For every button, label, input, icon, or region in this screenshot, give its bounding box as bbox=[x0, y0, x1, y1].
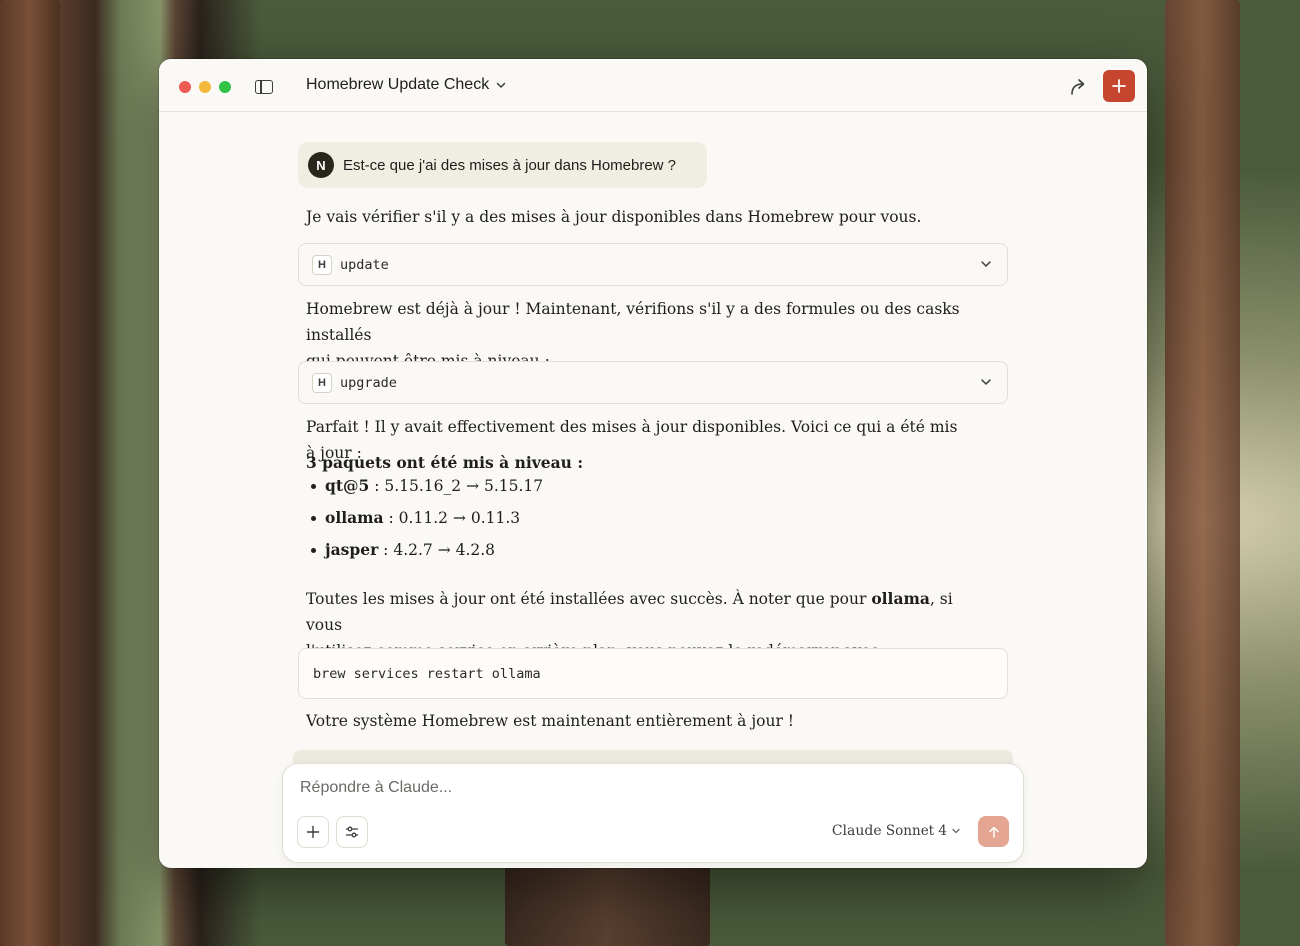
note-text: Toutes les mises à jour ont été installé… bbox=[306, 590, 872, 608]
model-name-version: Sonnet 4 bbox=[881, 823, 947, 839]
tool-call-upgrade[interactable]: H upgrade bbox=[298, 361, 1008, 404]
chevron-down-icon bbox=[952, 828, 960, 834]
close-window-button[interactable] bbox=[179, 81, 191, 93]
send-button[interactable] bbox=[978, 816, 1009, 847]
reply-input[interactable] bbox=[298, 778, 902, 798]
chevron-down-icon bbox=[981, 261, 991, 267]
conversation-title: Homebrew Update Check bbox=[306, 76, 490, 93]
list-item: qt@5 : 5.15.16_2 → 5.15.17 bbox=[306, 470, 543, 502]
tool-call-update[interactable]: H update bbox=[298, 243, 1008, 286]
add-attachment-button[interactable] bbox=[297, 816, 329, 848]
background-trunk-left bbox=[0, 0, 60, 946]
background-trunk-right bbox=[1165, 0, 1240, 946]
user-message-text: Est-ce que j'ai des mises à jour dans Ho… bbox=[343, 156, 677, 174]
conversation-area[interactable]: N Est-ce que j'ai des mises à jour dans … bbox=[159, 112, 1147, 868]
note-bold: ollama bbox=[871, 589, 930, 608]
homebrew-tool-icon: H bbox=[312, 254, 332, 275]
paragraph-line: Toutes les mises à jour ont été installé… bbox=[306, 586, 966, 638]
package-name: qt@5 bbox=[325, 476, 370, 495]
tool-call-name: upgrade bbox=[340, 374, 397, 391]
plus-icon bbox=[306, 825, 320, 839]
avatar: N bbox=[308, 152, 334, 178]
model-name: Claude Sonnet 4 bbox=[832, 823, 947, 839]
share-icon[interactable] bbox=[1068, 77, 1090, 97]
homebrew-tool-icon: H bbox=[312, 372, 332, 393]
code-text: brew services restart ollama bbox=[313, 665, 541, 682]
tool-call-name: update bbox=[340, 256, 389, 273]
new-chat-button[interactable] bbox=[1103, 70, 1135, 102]
tools-settings-button[interactable] bbox=[336, 816, 368, 848]
arrow-up-icon bbox=[988, 826, 999, 838]
plus-icon bbox=[1112, 79, 1126, 93]
user-message: N Est-ce que j'ai des mises à jour dans … bbox=[298, 142, 707, 188]
composer: Claude Sonnet 4 bbox=[282, 763, 1024, 863]
package-list: qt@5 : 5.15.16_2 → 5.15.17 ollama : 0.11… bbox=[306, 470, 543, 566]
package-versions: : 0.11.2 → 0.11.3 bbox=[383, 509, 521, 527]
chevron-down-icon bbox=[981, 379, 991, 385]
sidebar-toggle-icon[interactable] bbox=[255, 80, 273, 94]
list-item: ollama : 0.11.2 → 0.11.3 bbox=[306, 502, 543, 534]
package-name: ollama bbox=[325, 508, 384, 527]
model-name-brand: Claude bbox=[831, 823, 882, 839]
assistant-paragraph-intro: Je vais vérifier s'il y a des mises à jo… bbox=[306, 208, 922, 226]
zoom-window-button[interactable] bbox=[219, 81, 231, 93]
assistant-paragraph-closing: Votre système Homebrew est maintenant en… bbox=[306, 712, 795, 730]
package-versions: : 4.2.7 → 4.2.8 bbox=[378, 541, 496, 559]
list-item: jasper : 4.2.7 → 4.2.8 bbox=[306, 534, 543, 566]
app-window: Homebrew Update Check N Est-ce que j'ai … bbox=[159, 59, 1147, 868]
code-block[interactable]: brew services restart ollama bbox=[298, 648, 1008, 699]
package-versions: : 5.15.16_2 → 5.15.17 bbox=[369, 477, 544, 495]
conversation-title-dropdown[interactable]: Homebrew Update Check bbox=[306, 76, 507, 94]
background-trunk-center bbox=[505, 860, 710, 946]
package-name: jasper bbox=[325, 540, 379, 559]
paragraph-line: Homebrew est déjà à jour ! Maintenant, v… bbox=[306, 300, 960, 344]
minimize-window-button[interactable] bbox=[199, 81, 211, 93]
title-bar: Homebrew Update Check bbox=[159, 59, 1147, 112]
sliders-icon bbox=[345, 826, 359, 838]
chevron-down-icon bbox=[496, 82, 506, 88]
model-selector[interactable]: Claude Sonnet 4 bbox=[832, 823, 961, 839]
